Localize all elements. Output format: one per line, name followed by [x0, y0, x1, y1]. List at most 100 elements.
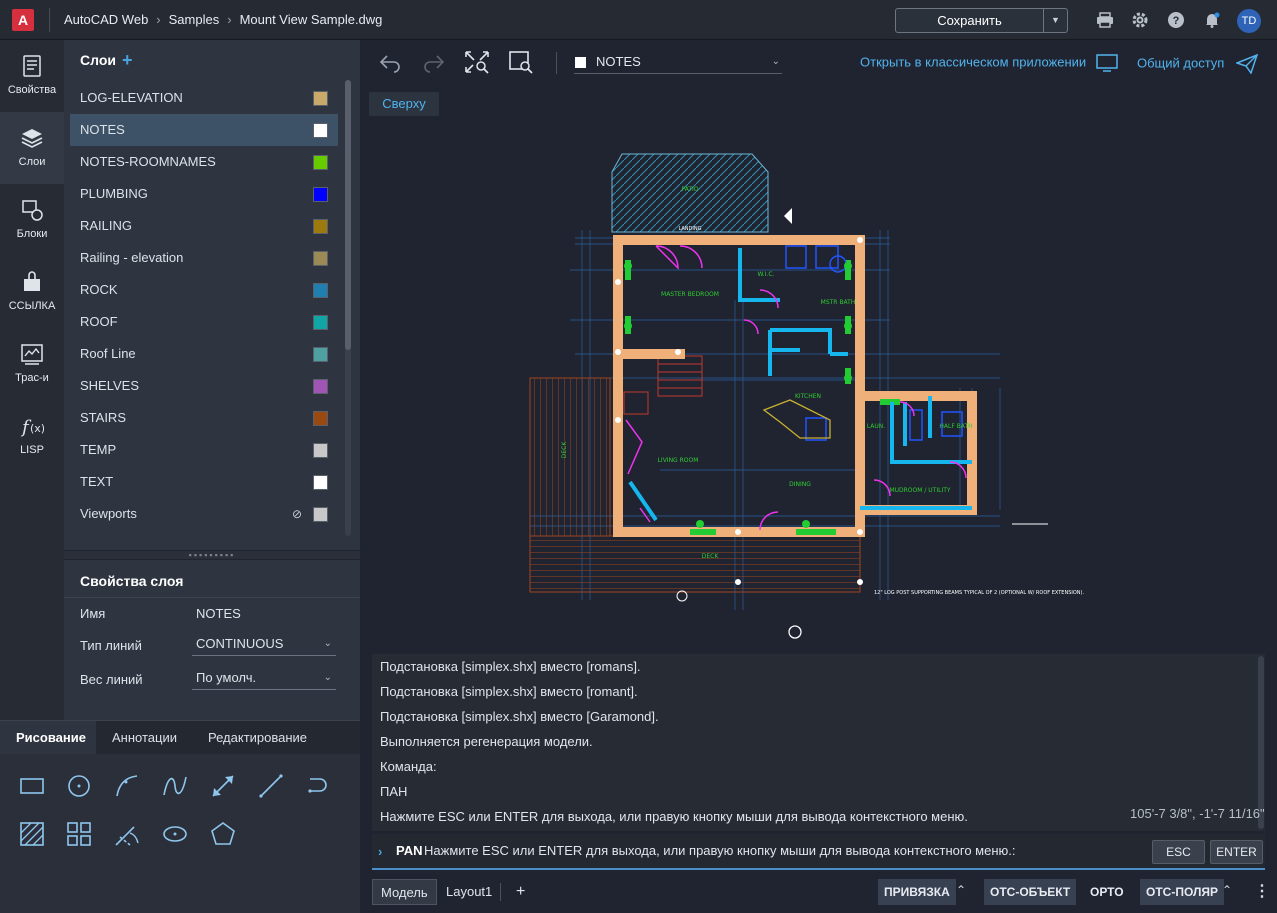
layers-panel: Слои + LOG-ELEVATION NOTES NOTES-ROOMNAMES…	[64, 40, 360, 550]
breadcrumb-folder[interactable]: Samples	[169, 12, 220, 27]
rail-item-properties[interactable]: Свойства	[0, 40, 64, 112]
layer-row[interactable]: PLUMBING	[70, 178, 338, 210]
layer-row[interactable]: NOTES	[70, 114, 338, 146]
layer-row[interactable]: RAILING	[70, 210, 338, 242]
view-cube-label[interactable]: Сверху	[369, 92, 439, 116]
layer-color-swatch[interactable]	[313, 379, 328, 394]
rail-item-xref[interactable]: ССЫЛКА	[0, 256, 64, 328]
rail-label-lisp: LISP	[20, 444, 44, 456]
redo-icon[interactable]	[420, 50, 446, 74]
layer-row[interactable]: ROOF	[70, 306, 338, 338]
print-icon[interactable]	[1096, 11, 1114, 29]
enter-button[interactable]: ENTER	[1210, 840, 1263, 864]
rectangle-tool-icon[interactable]	[17, 771, 47, 801]
layer-color-swatch[interactable]	[313, 123, 328, 138]
layer-row[interactable]: NOTES-ROOMNAMES	[70, 146, 338, 178]
gear-icon[interactable]	[1131, 11, 1149, 29]
layer-row[interactable]: Viewports ⊘	[70, 498, 338, 530]
avatar[interactable]: TD	[1237, 9, 1261, 33]
layers-scrollbar-thumb[interactable]	[345, 80, 351, 350]
share-link[interactable]: Общий доступ	[1137, 53, 1259, 75]
array-tool-icon[interactable]	[64, 819, 94, 849]
layer-row[interactable]: ROCK	[70, 274, 338, 306]
blocks-icon	[22, 200, 43, 221]
undo-icon[interactable]	[378, 50, 404, 74]
open-in-desktop-link[interactable]: Открыть в классическом приложении	[860, 54, 1118, 72]
chevron-up-icon[interactable]: ⌃	[1222, 883, 1232, 897]
rail-item-layers[interactable]: Слои	[0, 112, 64, 184]
layer-color-swatch[interactable]	[313, 443, 328, 458]
panel-resize-handle[interactable]: ▪▪▪▪▪▪▪▪▪	[64, 551, 360, 560]
polygon-tool-icon[interactable]	[208, 819, 238, 849]
ellipse-tool-icon[interactable]	[160, 819, 190, 849]
layer-color-swatch[interactable]	[313, 475, 328, 490]
add-layout-button[interactable]: +	[508, 879, 533, 905]
tab-layout1[interactable]: Layout1	[438, 879, 500, 905]
layer-color-swatch[interactable]	[313, 347, 328, 362]
layer-row[interactable]: SHELVES	[70, 370, 338, 402]
esc-button[interactable]: ESC	[1152, 840, 1205, 864]
layer-row[interactable]: Railing - elevation	[70, 242, 338, 274]
circle-tool-icon[interactable]	[64, 771, 94, 801]
more-options-icon[interactable]: ⋮	[1254, 881, 1270, 901]
hatch-tool-icon[interactable]	[17, 819, 47, 849]
tab-modify[interactable]: Редактирование	[192, 721, 323, 754]
linetype-select[interactable]: CONTINUOUS ⌄	[192, 632, 336, 656]
layer-row[interactable]: Roof Line	[70, 338, 338, 370]
ortho-toggle[interactable]: ОРТО	[1084, 879, 1130, 905]
line-tool-icon[interactable]	[256, 771, 286, 801]
polyline-tool-icon[interactable]	[304, 771, 334, 801]
rail-item-blocks[interactable]: Блоки	[0, 184, 64, 256]
layer-row[interactable]: TEMP	[70, 434, 338, 466]
layer-color-swatch[interactable]	[313, 187, 328, 202]
tab-model[interactable]: Модель	[372, 879, 437, 905]
object-tracking-toggle[interactable]: ОТС-ОБЪЕКТ	[984, 879, 1077, 905]
layer-color-swatch[interactable]	[313, 155, 328, 170]
app-name[interactable]: AutoCAD Web	[64, 12, 148, 27]
layer-row[interactable]: STAIRS	[70, 402, 338, 434]
help-icon[interactable]: ?	[1167, 11, 1185, 29]
rail-item-trace[interactable]: Трас-и	[0, 328, 64, 400]
zoom-extents-icon[interactable]	[464, 50, 490, 74]
command-history-scrollbar[interactable]	[1258, 656, 1264, 829]
kitchen-counter	[762, 399, 831, 439]
save-button[interactable]: Сохранить	[895, 8, 1044, 33]
command-line[interactable]: › PAN Нажмите ESC или ENTER для выхода, …	[372, 834, 1265, 870]
spline-tool-icon[interactable]	[160, 771, 190, 801]
lineweight-select[interactable]: По умолч. ⌄	[192, 666, 336, 690]
layer-color-swatch[interactable]	[313, 91, 328, 106]
bell-icon[interactable]	[1203, 11, 1221, 29]
tab-draw[interactable]: Рисование	[0, 721, 96, 754]
layer-color-swatch[interactable]	[313, 283, 328, 298]
rail-item-lisp[interactable]: f (x) LISP	[0, 400, 64, 472]
layer-color-swatch[interactable]	[313, 315, 328, 330]
chevron-up-icon[interactable]: ⌃	[956, 883, 966, 897]
dimension-tool-icon[interactable]	[208, 771, 238, 801]
room-label: LIVING ROOM	[658, 457, 699, 464]
snap-toggle[interactable]: ПРИВЯЗКА	[878, 879, 956, 905]
add-layer-button[interactable]: +	[122, 50, 133, 71]
draw-panel-tabs: Рисование Аннотации Редактирование	[0, 721, 360, 754]
tab-annotate[interactable]: Аннотации	[96, 721, 193, 754]
post-note: 12" LOG POST SUPPORTING BEAMS TYPICAL OF…	[874, 590, 1084, 596]
lock-icon[interactable]: ⊘	[292, 498, 302, 530]
layers-scrollbar[interactable]	[345, 80, 351, 536]
layer-color-swatch[interactable]	[313, 219, 328, 234]
layer-color-swatch[interactable]	[313, 411, 328, 426]
layer-row[interactable]: LOG-ELEVATION	[70, 82, 338, 114]
linetype-label: Тип линий	[80, 638, 142, 653]
current-layer-dropdown[interactable]: NOTES ⌄	[574, 52, 782, 74]
autocad-logo[interactable]: A	[12, 9, 34, 31]
layer-color-swatch[interactable]	[313, 251, 328, 266]
drawing-canvas[interactable]: PATIO MASTER BEDROOM W.I.C. MSTR BATH KI…	[360, 120, 1277, 650]
save-dropdown-button[interactable]: ▼	[1043, 8, 1068, 33]
autocad-web-app: A AutoCAD Web › Samples › Mount View Sample.…	[0, 0, 1277, 913]
zoom-window-icon[interactable]	[508, 50, 534, 74]
layer-row[interactable]: TEXT	[70, 466, 338, 498]
arc-tool-icon[interactable]	[112, 771, 142, 801]
layer-name: Roof Line	[80, 346, 136, 361]
layer-color-swatch[interactable]	[313, 507, 328, 522]
trim-tool-icon[interactable]	[112, 819, 142, 849]
layer-name-label: Имя	[80, 606, 106, 621]
polar-tracking-toggle[interactable]: ОТС-ПОЛЯР	[1140, 879, 1225, 905]
